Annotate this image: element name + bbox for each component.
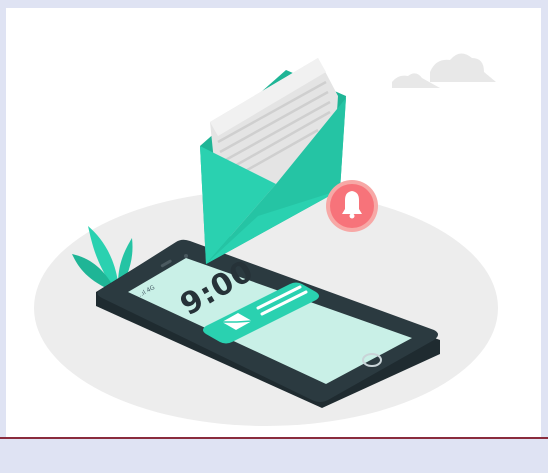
phone-camera [184, 254, 188, 258]
email-notification-illustration: ..ıl 4G 9:00 [34, 53, 498, 426]
cloud-icon [392, 53, 496, 88]
bell-icon[interactable] [326, 180, 378, 232]
